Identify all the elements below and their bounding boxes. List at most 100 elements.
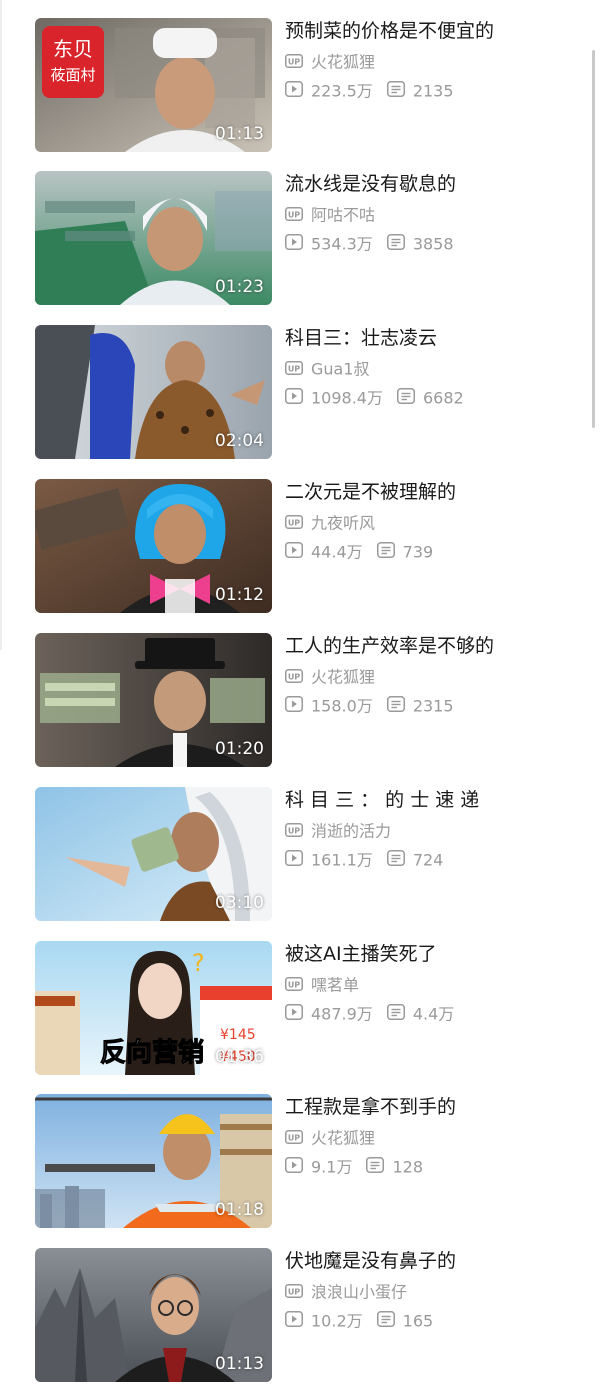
up-badge-icon: UP (285, 514, 303, 534)
duration-badge: 01:12 (215, 585, 264, 605)
comment-count: 165 (402, 1311, 434, 1331)
svg-text:?: ? (192, 949, 205, 977)
video-title[interactable]: 工程款是拿不到手的 (285, 1094, 575, 1120)
play-count: 9.1万 (311, 1157, 353, 1177)
video-thumbnail[interactable]: 01:12 (35, 479, 272, 613)
play-count: 44.4万 (311, 542, 363, 562)
video-item[interactable]: 01:13 伏地魔是没有鼻子的 UP 浪浪山小蛋仔 10.2万 165 (35, 1248, 575, 1382)
svg-text:UP: UP (288, 672, 300, 681)
author-name: 火花狐狸 (311, 52, 376, 72)
stats-row: 9.1万 128 (285, 1157, 423, 1178)
up-badge-icon: UP (285, 360, 303, 380)
author-row[interactable]: UP Gua1叔 (285, 359, 370, 380)
comment-count: 4.4万 (412, 1004, 455, 1024)
video-title[interactable]: 二次元是不被理解的 (285, 479, 575, 505)
svg-text:UP: UP (288, 210, 300, 219)
video-thumbnail[interactable]: 02:04 (35, 325, 272, 459)
author-name: 浪浪山小蛋仔 (311, 1282, 408, 1302)
play-count-icon (285, 1004, 303, 1025)
video-item[interactable]: 01:12 二次元是不被理解的 UP 九夜听风 44.4万 739 (35, 479, 575, 613)
duration-badge: 01:13 (215, 124, 264, 144)
video-title[interactable]: 工人的生产效率是不够的 (285, 633, 575, 659)
up-badge-icon: UP (285, 53, 303, 73)
comment-count: 6682 (423, 388, 464, 408)
video-thumbnail[interactable]: ¥145 ¥450 ? 反向营销 01:36 (35, 941, 272, 1075)
video-thumbnail[interactable]: 01:23 (35, 171, 272, 305)
author-name: 火花狐狸 (311, 1128, 376, 1148)
danmaku-count-icon (386, 696, 405, 717)
video-thumbnail[interactable]: 03:10 (35, 787, 272, 921)
play-count: 223.5万 (311, 81, 373, 101)
video-title[interactable]: 科目三：壮志凌云 (285, 325, 575, 351)
up-badge-icon: UP (285, 206, 303, 226)
video-title[interactable]: 预制菜的价格是不便宜的 (285, 18, 575, 44)
author-row[interactable]: UP 消逝的活力 (285, 821, 391, 842)
author-name: 嘿茗单 (311, 975, 360, 995)
svg-text:UP: UP (288, 518, 300, 527)
video-thumbnail[interactable]: 01:18 (35, 1094, 272, 1228)
author-row[interactable]: UP 火花狐狸 (285, 52, 375, 73)
svg-text:莜面村: 莜面村 (50, 66, 95, 84)
play-count-icon (285, 81, 303, 102)
danmaku-count-icon (397, 388, 415, 409)
play-count-icon (285, 696, 303, 717)
stats-row: 1098.4万 6682 (285, 388, 464, 409)
author-row[interactable]: UP 九夜听风 (285, 513, 375, 534)
scrollbar[interactable] (592, 50, 595, 428)
duration-badge: 01:20 (215, 739, 264, 759)
stats-row: 534.3万 3858 (285, 234, 454, 255)
svg-text:UP: UP (288, 1133, 300, 1142)
comment-count: 724 (412, 850, 444, 870)
author-row[interactable]: UP 火花狐狸 (285, 1128, 375, 1149)
author-row[interactable]: UP 浪浪山小蛋仔 (285, 1282, 407, 1303)
video-title[interactable]: 科 目 三 ： 的 士 速 递 (285, 787, 575, 813)
play-count: 1098.4万 (311, 388, 383, 408)
play-count: 161.1万 (311, 850, 373, 870)
duration-badge: 02:04 (215, 431, 264, 451)
author-name: 阿咕不咕 (311, 205, 376, 225)
video-item[interactable]: 01:23 流水线是没有歇息的 UP 阿咕不咕 534.3万 3858 (35, 171, 575, 305)
video-thumbnail[interactable]: 01:20 (35, 633, 272, 767)
danmaku-count-icon (376, 1311, 395, 1332)
video-thumbnail[interactable]: 东贝 莜面村 01:13 (35, 18, 272, 152)
video-title[interactable]: 流水线是没有歇息的 (285, 171, 575, 197)
restaurant-logo-text: 东贝 (53, 37, 93, 61)
danmaku-count-icon (366, 1157, 385, 1178)
up-badge-icon: UP (285, 822, 303, 842)
danmaku-count-icon (386, 81, 405, 102)
video-thumbnail[interactable]: 01:13 (35, 1248, 272, 1382)
left-edge-divider (0, 0, 2, 650)
duration-badge: 01:18 (215, 1200, 264, 1220)
video-item[interactable]: 01:20 工人的生产效率是不够的 UP 火花狐狸 158.0万 2315 (35, 633, 575, 767)
play-count-icon (285, 234, 303, 255)
video-item[interactable]: 02:04 科目三：壮志凌云 UP Gua1叔 1098.4万 6682 (35, 325, 575, 459)
play-count: 487.9万 (311, 1004, 373, 1024)
author-row[interactable]: UP 阿咕不咕 (285, 205, 375, 226)
comment-count: 3858 (412, 234, 454, 254)
video-item[interactable]: ¥145 ¥450 ? 反向营销 01:36 被这AI主播笑死了 UP 嘿茗单 4… (35, 941, 575, 1075)
video-item[interactable]: 03:10 科 目 三 ： 的 士 速 递 UP 消逝的活力 161.1万 724 (35, 787, 575, 921)
play-count: 10.2万 (311, 1311, 363, 1331)
up-badge-icon: UP (285, 668, 303, 688)
svg-text:¥145: ¥145 (220, 1027, 256, 1043)
video-title[interactable]: 伏地魔是没有鼻子的 (285, 1248, 575, 1274)
author-row[interactable]: UP 嘿茗单 (285, 975, 359, 996)
danmaku-count-icon (386, 1004, 405, 1025)
stats-row: 223.5万 2135 (285, 81, 454, 102)
comment-count: 128 (392, 1157, 423, 1177)
video-item[interactable]: 01:18 工程款是拿不到手的 UP 火花狐狸 9.1万 128 (35, 1094, 575, 1228)
duration-badge: 03:10 (215, 893, 264, 913)
svg-text:UP: UP (288, 364, 300, 373)
author-name: 九夜听风 (311, 513, 376, 533)
duration-badge: 01:23 (215, 277, 264, 297)
author-name: 消逝的活力 (311, 821, 392, 841)
author-row[interactable]: UP 火花狐狸 (285, 667, 375, 688)
play-count: 158.0万 (311, 696, 373, 716)
danmaku-count-icon (386, 234, 405, 255)
video-title[interactable]: 被这AI主播笑死了 (285, 941, 575, 967)
video-item[interactable]: 东贝 莜面村 01:13 预制菜的价格是不便宜的 UP 火花狐狸 223.5万 21… (35, 18, 575, 152)
play-count-icon (285, 388, 303, 409)
play-count-icon (285, 542, 303, 563)
stats-row: 44.4万 739 (285, 542, 433, 563)
svg-text:UP: UP (288, 826, 300, 835)
